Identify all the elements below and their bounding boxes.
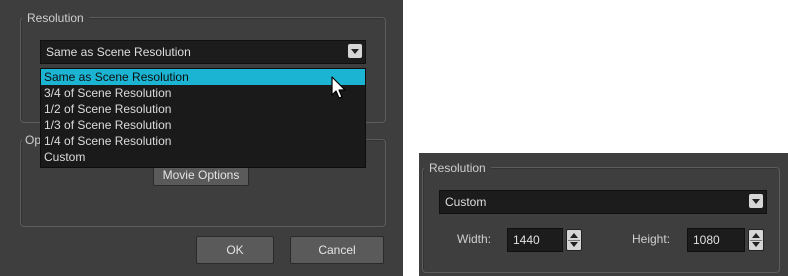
resolution-combo[interactable]: Same as Scene Resolution (40, 40, 366, 64)
arrow-up-icon[interactable] (752, 233, 760, 238)
dropdown-option-one-quarter[interactable]: 1/4 of Scene Resolution (41, 133, 365, 149)
arrow-down-icon[interactable] (752, 242, 760, 247)
dropdown-option-one-third[interactable]: 1/3 of Scene Resolution (41, 117, 365, 133)
resolution-combo-value: Custom (445, 195, 487, 209)
dropdown-option-three-quarters[interactable]: 3/4 of Scene Resolution (41, 85, 365, 101)
resolution-group (422, 167, 780, 273)
resolution-group-title: Resolution (424, 161, 491, 175)
dropdown-option-custom[interactable]: Custom (41, 149, 365, 165)
dropdown-option-same-as-scene[interactable]: Same as Scene Resolution (41, 69, 365, 85)
arrow-up-icon[interactable] (570, 233, 578, 238)
width-input[interactable]: 1440 (507, 228, 563, 252)
cancel-button[interactable]: Cancel (290, 236, 384, 264)
chevron-down-icon[interactable] (348, 44, 362, 58)
mouse-pointer-icon (331, 76, 346, 99)
ok-button[interactable]: OK (196, 236, 274, 264)
arrow-down-icon[interactable] (570, 242, 578, 247)
width-stepper[interactable] (566, 229, 582, 251)
dropdown-option-one-half[interactable]: 1/2 of Scene Resolution (41, 101, 365, 117)
resolution-combo-value: Same as Scene Resolution (46, 45, 191, 59)
height-label: Height: (632, 232, 671, 246)
chevron-down-icon[interactable] (749, 194, 763, 208)
resolution-combo[interactable]: Custom (439, 190, 767, 214)
height-input[interactable]: 1080 (687, 228, 745, 252)
height-stepper[interactable] (748, 229, 764, 251)
export-dialog-resolution-dropdown-open: Resolution Same as Scene Resolution Op M… (0, 0, 403, 276)
stepper-divider (750, 240, 762, 241)
stepper-divider (568, 240, 580, 241)
resolution-group-title: Resolution (22, 11, 89, 25)
width-label: Width: (457, 232, 492, 246)
export-dialog-custom-resolution: Resolution Custom Width: 1440 Height: 10… (419, 153, 788, 276)
resolution-dropdown-list: Same as Scene Resolution 3/4 of Scene Re… (40, 68, 366, 168)
